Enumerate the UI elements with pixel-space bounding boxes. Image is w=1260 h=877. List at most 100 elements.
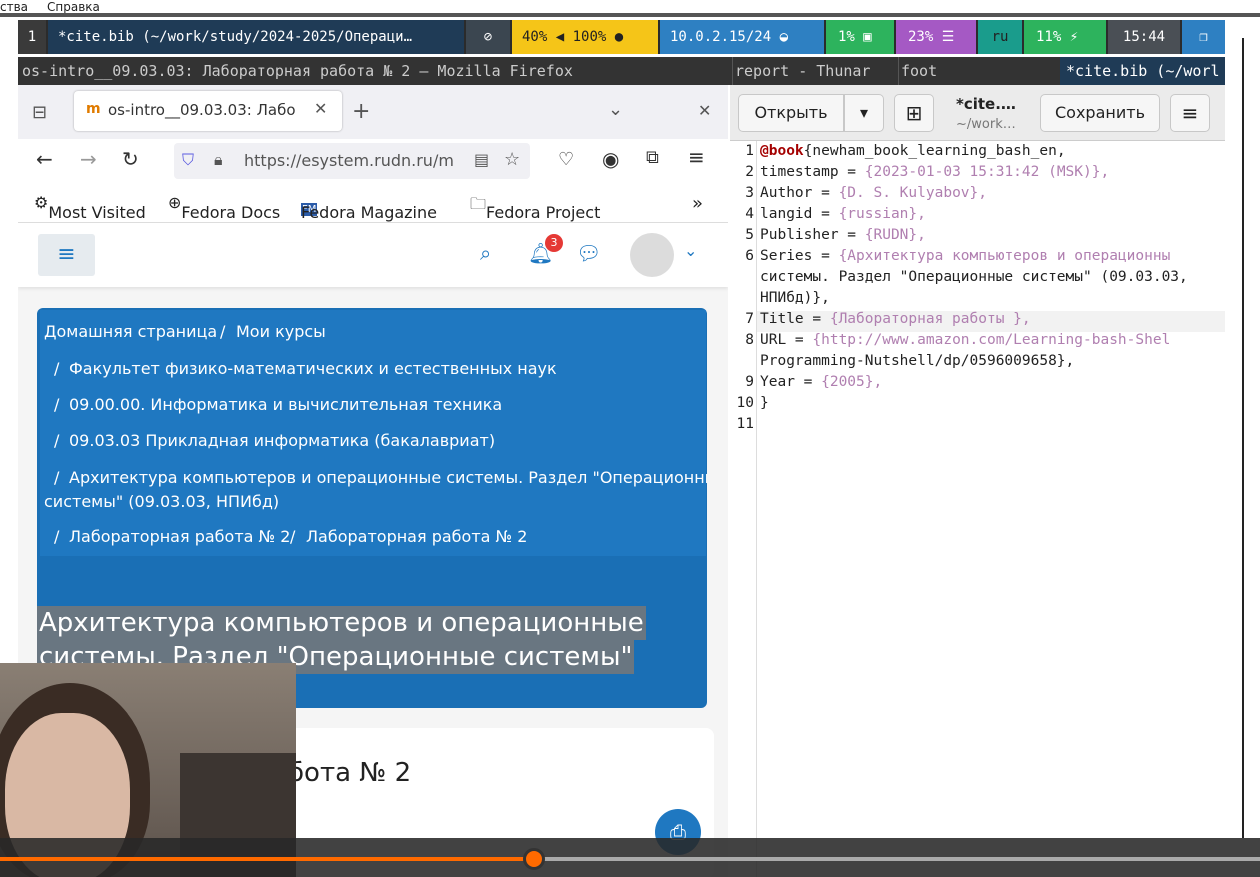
editor-header-bar: Открыть ▾ ⊞ *cite.… ~/work… Сохранить ≡ xyxy=(730,85,1225,141)
forward-icon[interactable]: → xyxy=(80,147,97,171)
memory-usage: 23% xyxy=(908,29,934,45)
crumb-sep: / xyxy=(220,322,226,341)
code-line-wrap: Programming-Nutshell/dp/0596009658}, xyxy=(760,353,1075,369)
text-editor-window: Открыть ▾ ⊞ *cite.… ~/work… Сохранить ≡ … xyxy=(730,85,1225,877)
bookmark-label: Most Visited xyxy=(48,203,146,222)
new-tab-icon[interactable]: ⊞ xyxy=(894,94,934,132)
save-button[interactable]: Сохранить xyxy=(1040,94,1160,132)
crumb-applied[interactable]: 09.03.03 Прикладная информатика (бакалав… xyxy=(69,431,495,450)
microphone-icon: ● xyxy=(614,29,624,45)
gutter-divider xyxy=(756,141,757,877)
charge-level: 11% xyxy=(1036,29,1062,45)
crumb-informatics[interactable]: 09.00.00. Информатика и вычислительная т… xyxy=(69,395,502,414)
pocket-icon[interactable]: ♡ xyxy=(558,149,574,170)
crumb-sep: / xyxy=(54,527,60,546)
string-value: {2023-01-03 15:31:42 (MSK)}, xyxy=(864,164,1110,180)
bookmark-star-icon[interactable]: ☆ xyxy=(504,149,520,170)
line-number: 1 xyxy=(745,143,754,159)
close-tab-icon[interactable]: ✕ xyxy=(314,99,327,118)
reader-mode-icon[interactable]: ▤ xyxy=(474,150,489,169)
close-window-icon[interactable]: ✕ xyxy=(698,101,711,120)
new-tab-icon[interactable]: + xyxy=(352,99,370,124)
code-line-current: Title = {Лабораторная работы }, xyxy=(760,311,1031,327)
file-name: *cite.… xyxy=(956,95,1016,113)
account-icon[interactable]: ◉ xyxy=(602,147,619,171)
crumb-course-line1[interactable]: Архитектура компьютеров и операционные с… xyxy=(69,468,707,487)
line-number: 11 xyxy=(736,416,754,432)
tab-title: os-intro__09.03.03: Лабо xyxy=(108,101,296,119)
site-favicon-icon: m xyxy=(86,101,101,117)
code-line: Publisher = {RUDN}, xyxy=(760,227,926,243)
url-bar[interactable]: ⛉ 🔒︎ https://esystem.rudn.ru/m ▤ ☆ xyxy=(174,143,530,179)
editor-window-title[interactable]: *cite.bib (~/worl xyxy=(1060,57,1225,85)
crumb-sep: / xyxy=(54,359,60,378)
user-menu-chevron-icon[interactable]: ⌄ xyxy=(684,241,697,260)
crumb-my-courses[interactable]: Мои курсы xyxy=(236,322,326,341)
speaker-icon: ◀ xyxy=(555,29,573,45)
charge-block: 11% ⚡ xyxy=(1024,20,1106,54)
string-value: {2005}, xyxy=(821,374,883,390)
bookmark-label: Fedora Magazine xyxy=(301,203,437,222)
messages-icon[interactable]: 💬︎ xyxy=(576,241,601,265)
firefox-window-title[interactable]: os-intro__09.03.03: Лабораторная работа … xyxy=(22,57,722,85)
code-line: } xyxy=(760,395,769,411)
avatar[interactable] xyxy=(630,233,674,277)
back-icon[interactable]: ← xyxy=(36,147,53,171)
code-line-wrap: НПИбд)}, xyxy=(760,290,830,306)
divider xyxy=(1242,38,1244,838)
clock: 15:44 xyxy=(1108,20,1180,54)
keyboard-layout[interactable]: ru xyxy=(978,20,1022,54)
hamburger-menu-icon[interactable]: ≡ xyxy=(38,234,95,276)
code-line: Author = {D. S. Kulyabov}, xyxy=(760,185,987,201)
battery-level: 40% xyxy=(522,29,548,45)
tab-active[interactable]: m os-intro__09.03.03: Лабо ✕ xyxy=(74,91,342,131)
bookmark-fedora-project[interactable]: 🗀︎ Fedora Project xyxy=(470,193,600,222)
crumb-course-line2[interactable]: системы" (09.03.03, НПИбд) xyxy=(44,492,279,511)
menu-item-tools[interactable]: ства xyxy=(0,0,28,14)
memory-block: 23% ☰ xyxy=(896,20,976,54)
crumb-lab[interactable]: Лабораторная работа № 2 xyxy=(69,527,290,546)
string-value: {RUDN}, xyxy=(864,227,926,243)
code-line: Series = {Архитектура компьютеров и опер… xyxy=(760,248,1171,264)
crumb-home[interactable]: Домашняя страница xyxy=(44,322,217,341)
menu-item-help[interactable]: Справка xyxy=(47,0,100,14)
activity-heading: бота № 2 xyxy=(288,758,412,788)
string-value: {D. S. Kulyabov}, xyxy=(838,185,987,201)
course-title-line1: Архитектура компьютеров и операционные xyxy=(37,606,646,640)
bookmarks-overflow-icon[interactable]: » xyxy=(692,193,703,214)
course-hero: Домашняя страница / Мои курсы / Факульте… xyxy=(37,308,707,708)
chevron-down-icon[interactable]: ⌄ xyxy=(608,99,623,120)
thunar-window-title[interactable]: report - Thunar xyxy=(732,57,892,85)
video-progress-fill xyxy=(0,857,535,861)
crumb-sep: / xyxy=(54,431,60,450)
workspace-1[interactable]: 1 xyxy=(18,20,46,54)
window-titles-row: os-intro__09.03.03: Лабораторная работа … xyxy=(18,57,1243,85)
cpu-usage: 1% xyxy=(838,29,855,45)
bookmark-most-visited[interactable]: ⚙ Most Visited xyxy=(34,193,146,222)
tab-overview-icon[interactable]: ⊟ xyxy=(32,102,47,123)
line-number: 10 xyxy=(736,395,754,411)
extensions-icon[interactable]: ⧉ xyxy=(646,147,659,168)
crumb-lab-page[interactable]: Лабораторная работа № 2 xyxy=(306,527,527,546)
file-path: ~/work… xyxy=(956,117,1016,132)
code-line: URL = {http://www.amazon.com/Learning-ba… xyxy=(760,332,1171,348)
cpu-icon: ▣ xyxy=(863,29,872,45)
open-button[interactable]: Открыть xyxy=(738,94,844,132)
menu-icon[interactable]: ≡ xyxy=(688,145,705,169)
bookmark-fedora-docs[interactable]: ⊕ Fedora Docs xyxy=(168,193,280,222)
code-line-wrap: системы. Раздел "Операционные системы" (… xyxy=(760,269,1188,285)
hamburger-menu-icon[interactable]: ≡ xyxy=(1170,94,1210,132)
reload-icon[interactable]: ↻ xyxy=(122,147,139,171)
foot-window-title[interactable]: foot xyxy=(898,57,1058,85)
bookmark-label: Fedora Project xyxy=(486,203,601,222)
line-number: 4 xyxy=(745,206,754,222)
open-dropdown-icon[interactable]: ▾ xyxy=(844,94,884,132)
crumb-sep: / xyxy=(54,395,60,414)
crumb-faculty[interactable]: Факультет физико-математических и естест… xyxy=(69,359,557,378)
code-line: langid = {russian}, xyxy=(760,206,926,222)
search-icon[interactable]: ⌕ xyxy=(480,241,491,265)
window-switcher-icon[interactable]: ❐ xyxy=(1182,20,1225,54)
lock-icon: 🔒︎ xyxy=(214,150,223,169)
code-editor[interactable]: 1 @book{newham_book_learning_bash_en, 2 … xyxy=(730,141,1225,877)
shield-icon: ⛉ xyxy=(182,150,195,169)
